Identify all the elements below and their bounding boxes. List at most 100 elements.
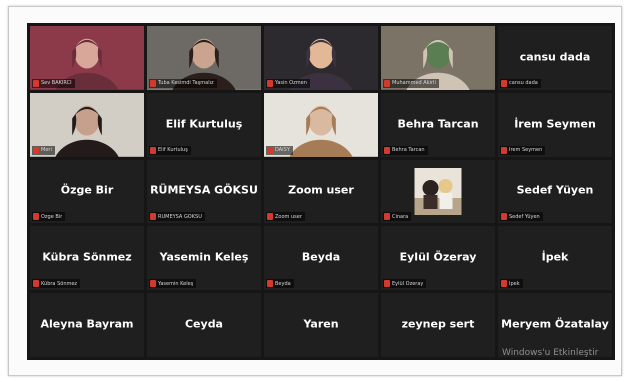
participant-display-name: Elif Kurtuluş: [165, 117, 243, 131]
participant-display-name: Meryem Özatalay: [501, 317, 609, 331]
muted-mic-icon: [33, 280, 39, 288]
muted-mic-icon: [501, 213, 507, 221]
participant-name-tag: Elif Kurtuluş: [149, 145, 191, 155]
participant-tile[interactable]: Yasemin Keleş Yasemin Keleş: [147, 226, 261, 291]
participant-tile[interactable]: Eylül Özeray Eylül Özeray: [381, 226, 495, 291]
participant-name-tag: Zoom user: [266, 212, 305, 222]
participant-name-tag: Cinara: [383, 212, 412, 222]
participant-name-label: Beyda: [275, 280, 291, 287]
participant-name-tag: Sedef Yüyen: [500, 212, 543, 222]
participant-tile[interactable]: DAISY: [264, 92, 378, 157]
participant-tile[interactable]: Cinara: [381, 159, 495, 224]
muted-mic-icon: [501, 280, 507, 288]
participant-tile[interactable]: RÜMEYSA GÖKSU RÜMEYSA GÖKSU: [147, 159, 261, 224]
participant-name-label: İrem Seymen: [509, 147, 543, 154]
participant-name-tag: Yasin Özmen: [266, 78, 310, 88]
muted-mic-icon: [267, 213, 273, 221]
muted-mic-icon: [33, 213, 39, 221]
participant-name-tag: Tuba Kesimdi Taşmalız: [149, 78, 217, 88]
participant-display-name: Eylül Özeray: [399, 250, 477, 264]
muted-mic-icon: [267, 146, 273, 154]
participant-name-tag: cansu dada: [500, 78, 541, 88]
muted-mic-icon: [33, 146, 39, 154]
participant-name-tag: Sev BAKIRCI: [32, 78, 75, 88]
participant-tile[interactable]: İrem Seymen İrem Seymen: [498, 92, 612, 157]
participant-name-tag: Özge Bir: [32, 212, 66, 222]
participant-name-tag: Eylül Özeray: [383, 279, 427, 289]
muted-mic-icon: [150, 280, 156, 288]
participant-tile[interactable]: Aleyna Bayram: [30, 293, 144, 357]
participant-display-name: Behra Tarcan: [397, 117, 479, 131]
participant-display-name: İrem Seymen: [514, 117, 596, 131]
participant-name-tag: Kübra Sönmez: [32, 279, 81, 289]
participant-name-label: Özge Bir: [41, 213, 63, 220]
muted-mic-icon: [267, 79, 273, 87]
participant-name-label: RÜMEYSA GÖKSU: [158, 213, 202, 220]
participant-name-tag: DAISY: [266, 145, 293, 155]
participant-display-name: RÜMEYSA GÖKSU: [150, 183, 258, 197]
participant-name-tag: Beyda: [266, 279, 294, 289]
participant-name-label: Muhammed Akirli: [392, 80, 436, 87]
participant-tile[interactable]: Yasin Özmen: [264, 26, 378, 90]
participant-tile[interactable]: Kübra Sönmez Kübra Sönmez: [30, 226, 144, 291]
participant-name-tag: Behra Tarcan: [383, 145, 428, 155]
participant-tile[interactable]: Muhammed Akirli: [381, 26, 495, 90]
participant-tile[interactable]: Ceyda: [147, 293, 261, 357]
participant-name-label: Sedef Yüyen: [509, 213, 540, 220]
participant-name-tag: Muhammed Akirli: [383, 78, 439, 88]
participant-tile[interactable]: Meri: [30, 92, 144, 157]
participant-display-name: Yasemin Keleş: [159, 250, 249, 264]
participant-tile[interactable]: zeynep sert: [381, 293, 495, 357]
muted-mic-icon: [33, 79, 39, 87]
muted-mic-icon: [150, 79, 156, 87]
participant-tile[interactable]: Zoom user Zoom user: [264, 159, 378, 224]
participant-name-label: DAISY: [275, 147, 290, 154]
participant-display-name: Aleyna Bayram: [40, 317, 134, 331]
participant-name-tag: Yasemin Keleş: [149, 279, 197, 289]
participant-display-name: Kübra Sönmez: [42, 250, 132, 264]
participant-name-tag: Meri: [32, 145, 55, 155]
participant-name-tag: RÜMEYSA GÖKSU: [149, 212, 205, 222]
participant-tile[interactable]: Sedef Yüyen Sedef Yüyen: [498, 159, 612, 224]
participant-name-tag: İpek: [500, 279, 523, 289]
participant-name-label: cansu dada: [509, 80, 538, 87]
participant-tile[interactable]: cansu dada cansu dada: [498, 26, 612, 90]
muted-mic-icon: [501, 79, 507, 87]
muted-mic-icon: [384, 146, 390, 154]
participant-display-name: Beyda: [301, 250, 341, 264]
participant-display-name: zeynep sert: [401, 317, 475, 331]
gallery-grid: Sev BAKIRCI Tuba Kesimdi Taşmalız Yasin Öz…: [27, 23, 615, 360]
participant-name-label: Kübra Sönmez: [41, 280, 78, 287]
participant-tile[interactable]: İpek İpek: [498, 226, 612, 291]
muted-mic-icon: [384, 79, 390, 87]
participant-display-name: cansu dada: [519, 50, 591, 64]
participant-display-name: Özge Bir: [60, 183, 114, 197]
participant-name-label: Behra Tarcan: [392, 147, 425, 154]
participant-tile[interactable]: Yaren: [264, 293, 378, 357]
participant-tile[interactable]: Beyda Beyda: [264, 226, 378, 291]
windows-activation-watermark: Windows'u Etkinleştir: [502, 348, 599, 358]
participant-tile[interactable]: Özge Bir Özge Bir: [30, 159, 144, 224]
participant-name-label: Elif Kurtuluş: [158, 147, 188, 154]
participant-name-label: Meri: [41, 147, 52, 154]
participant-display-name: Zoom user: [288, 183, 354, 197]
participant-display-name: Yaren: [303, 317, 339, 331]
muted-mic-icon: [150, 213, 156, 221]
participant-name-label: Eylül Özeray: [392, 280, 424, 287]
profile-picture: [414, 167, 462, 215]
participant-name-label: Sev BAKIRCI: [41, 80, 72, 87]
muted-mic-icon: [501, 146, 507, 154]
participant-display-name: İpek: [541, 250, 569, 264]
participant-tile[interactable]: Tuba Kesimdi Taşmalız: [147, 26, 261, 90]
participant-tile[interactable]: Behra Tarcan Behra Tarcan: [381, 92, 495, 157]
participant-name-label: Yasemin Keleş: [158, 280, 194, 287]
participant-name-label: Cinara: [392, 213, 409, 220]
muted-mic-icon: [150, 146, 156, 154]
participant-display-name: Ceyda: [184, 317, 223, 331]
participant-name-label: Zoom user: [275, 213, 302, 220]
participant-name-label: Tuba Kesimdi Taşmalız: [158, 80, 214, 87]
participant-name-label: Yasin Özmen: [275, 80, 307, 87]
participant-tile[interactable]: Sev BAKIRCI: [30, 26, 144, 90]
participant-display-name: Sedef Yüyen: [516, 183, 594, 197]
participant-tile[interactable]: Elif Kurtuluş Elif Kurtuluş: [147, 92, 261, 157]
